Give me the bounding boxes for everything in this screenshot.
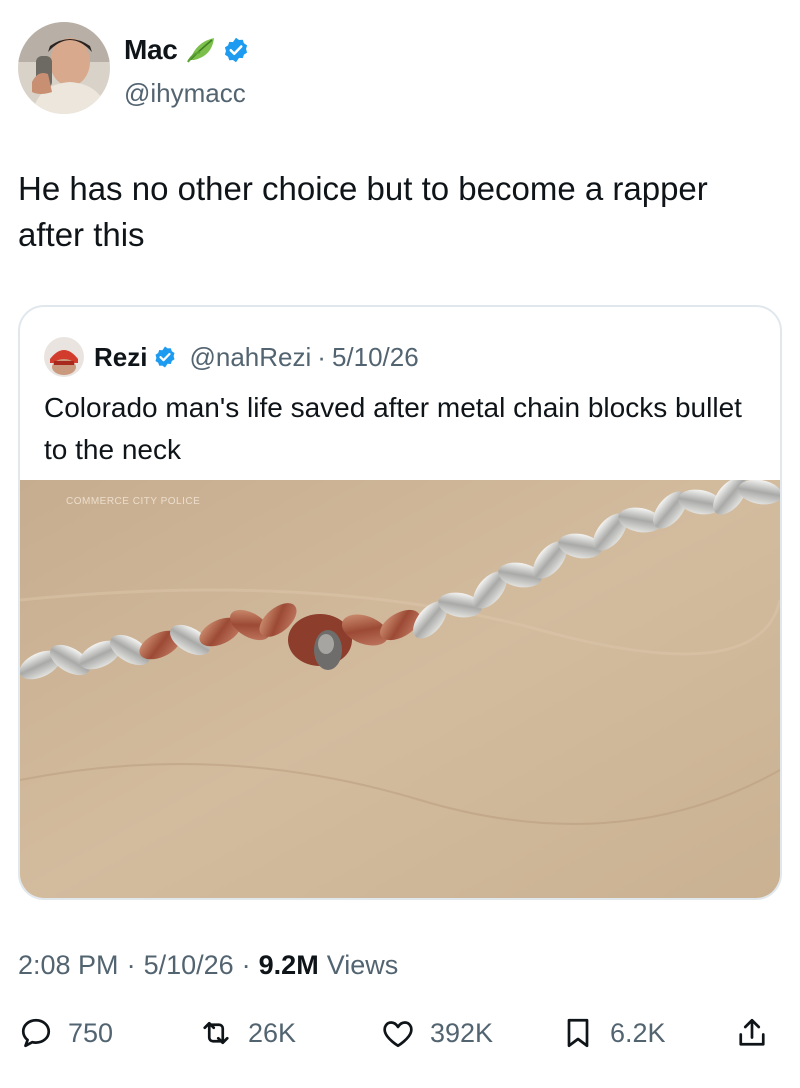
quoted-handle[interactable]: @nahRezi [189,342,311,373]
repost-button[interactable]: 26K [198,1008,296,1058]
reply-icon [21,1018,51,1048]
quoted-tweet-text: Colorado man's life saved after metal ch… [44,392,742,465]
share-icon [739,1018,765,1046]
tweet-text: He has no other choice but to become a r… [18,170,708,253]
tweet-date[interactable]: 5/10/26 [144,950,234,981]
author-handle[interactable]: @ihymacc [124,78,246,109]
repost-icon [203,1021,229,1045]
author-avatar[interactable] [18,22,110,114]
author-name-row: Mac [124,34,250,66]
heart-icon [383,1021,413,1048]
verified-badge-icon [222,36,250,64]
bookmark-icon [567,1018,589,1048]
views-count[interactable]: 9.2M [259,950,319,981]
quoted-tweet-header: Rezi @nahRezi · 5/10/26 [44,337,419,377]
quoted-separator: · [317,341,326,372]
tweet-time[interactable]: 2:08 PM [18,950,119,981]
repost-count: 26K [248,1017,297,1048]
meta-separator: · [126,950,136,980]
quoted-tweet-card[interactable]: Rezi @nahRezi · 5/10/26 Colorado man's l… [18,305,782,900]
like-count: 392K [430,1017,494,1048]
author-display-name[interactable]: Mac [124,34,178,66]
reply-button[interactable]: 750 [18,1008,113,1058]
action-bar: 750 26K 392K 6.2K [18,1008,778,1058]
quoted-date[interactable]: 5/10/26 [332,342,419,373]
quoted-verified-badge-icon [153,345,177,369]
share-button[interactable] [734,1008,784,1058]
bookmark-button[interactable]: 6.2K [560,1008,666,1058]
like-button[interactable]: 392K [380,1008,493,1058]
quoted-media-image[interactable]: COMMERCE CITY POLICE [20,480,780,898]
meta-separator-2: · [241,950,251,980]
tweet-meta: 2:08 PM · 5/10/26 · 9.2M Views [18,950,398,981]
bookmark-count: 6.2K [610,1017,666,1048]
media-watermark: COMMERCE CITY POLICE [66,496,201,507]
leaf-icon [186,34,218,66]
reply-count: 750 [68,1017,114,1048]
views-label: Views [326,950,399,980]
tweet-header: Mac @ihymacc [18,22,778,118]
quoted-display-name[interactable]: Rezi [94,342,147,373]
quoted-author-avatar[interactable] [44,337,84,377]
